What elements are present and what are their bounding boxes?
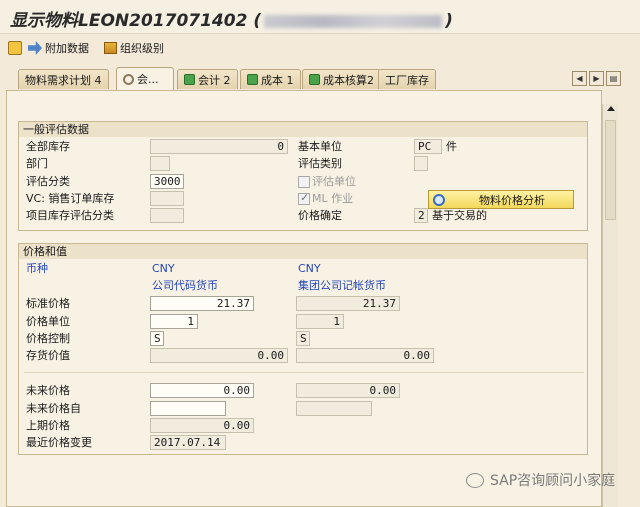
check-icon — [247, 74, 258, 85]
group-currency-name: 集团公司记帐货币 — [298, 279, 386, 292]
price-unit-label: 价格单位 — [26, 315, 70, 328]
title-bar: 显示物料LEON2017071402 () — [0, 0, 640, 34]
currency-label: 币种 — [26, 262, 48, 275]
price-control-label: 价格控制 — [26, 332, 70, 345]
total-stock-label: 全部库存 — [26, 140, 70, 153]
price-unit-field-company[interactable]: 1 — [150, 314, 198, 329]
company-code-currency-name: 公司代码货币 — [152, 279, 218, 292]
future-price-from-label: 未来价格自 — [26, 402, 81, 415]
division-field — [150, 156, 170, 171]
org-levels-button[interactable]: 组织级别 — [104, 39, 164, 57]
tab-scroll-left-button[interactable]: ◀ — [572, 71, 587, 86]
project-stock-valuation-label: 项目库存评估分类 — [26, 209, 114, 222]
tab-list-button[interactable]: ▤ — [606, 71, 621, 86]
document-icon — [8, 41, 22, 55]
tab-plant-stock[interactable]: 工厂库存 — [378, 69, 436, 89]
base-unit-field: PC — [414, 139, 442, 154]
group-currency: CNY — [298, 262, 321, 275]
company-code-currency: CNY — [152, 262, 175, 275]
valuation-unit-label: 评估单位 — [312, 175, 356, 188]
base-unit-text: 件 — [446, 140, 457, 153]
valuation-class-field[interactable]: 3000 — [150, 174, 184, 189]
division-label: 部门 — [26, 157, 48, 170]
price-determination-label: 价格确定 — [298, 209, 342, 222]
tab-accounting-1[interactable]: 会... — [116, 67, 174, 90]
vc-sales-order-stock-field — [150, 191, 184, 206]
scroll-up-icon[interactable] — [607, 106, 615, 111]
watermark: SAP咨询顾问小家庭 — [466, 470, 615, 490]
gear-icon — [123, 73, 134, 85]
valuation-unit-checkbox — [298, 176, 310, 188]
stock-value-label: 存货价值 — [26, 349, 70, 362]
valuation-class-label: 评估分类 — [26, 175, 70, 188]
future-price-field-company[interactable]: 0.00 — [150, 383, 254, 398]
price-unit-field-group: 1 — [296, 314, 344, 329]
tab-scroll-right-button[interactable]: ▶ — [589, 71, 604, 86]
valuation-category-label: 评估类别 — [298, 157, 342, 170]
arrow-right-icon — [28, 41, 42, 55]
price-control-field-company[interactable]: S — [150, 331, 164, 346]
future-price-from-field-company[interactable] — [150, 401, 226, 416]
magnifier-icon — [433, 193, 445, 206]
check-icon — [184, 74, 195, 85]
stock-value-field-company: 0.00 — [150, 348, 288, 363]
ml-activity-label: ML 作业 — [312, 192, 354, 205]
price-determination-text: 基于交易的 — [432, 209, 487, 222]
wechat-icon — [466, 472, 484, 488]
price-determination-field: 2 — [414, 208, 428, 223]
total-stock-field: 0 — [150, 139, 288, 154]
tab-costing-1[interactable]: 成本 1 — [240, 69, 301, 89]
ml-activity-checkbox — [298, 191, 310, 205]
base-unit-label: 基本单位 — [298, 140, 342, 153]
standard-price-label: 标准价格 — [26, 297, 70, 310]
stock-value-field-group: 0.00 — [296, 348, 434, 363]
tab-accounting-2[interactable]: 会计 2 — [177, 69, 238, 89]
other-material-button[interactable] — [8, 39, 22, 57]
divider — [24, 372, 584, 373]
blurred-description — [264, 14, 443, 28]
project-stock-valuation-field — [150, 208, 184, 223]
application-toolbar: 附加数据 组织级别 — [0, 35, 640, 61]
last-price-change-label: 最近价格变更 — [26, 436, 92, 449]
future-price-label: 未来价格 — [26, 384, 70, 397]
future-price-from-field-group — [296, 401, 372, 416]
standard-price-field-company[interactable]: 21.37 — [150, 296, 254, 311]
tab-strip: 物料需求计划 4 会... 会计 2 成本 1 成本核算2 工厂库存 ◀ ▶ ▤ — [0, 66, 640, 90]
vertical-scrollbar[interactable] — [602, 104, 618, 507]
previous-price-field: 0.00 — [150, 418, 254, 433]
window-title: 显示物料LEON2017071402 () — [10, 11, 453, 31]
future-price-field-group: 0.00 — [296, 383, 400, 398]
group-title: 一般评估数据 — [19, 122, 587, 137]
org-structure-icon — [104, 42, 117, 54]
group-title: 价格和值 — [19, 244, 587, 259]
scroll-thumb[interactable] — [605, 120, 616, 220]
vc-sales-order-stock-label: VC: 销售订单库存 — [26, 192, 115, 205]
check-icon — [309, 74, 320, 85]
standard-price-field-group: 21.37 — [296, 296, 400, 311]
material-number: LEON2017071402 — [78, 11, 248, 31]
material-price-analysis-button[interactable]: 物料价格分析 — [428, 190, 574, 209]
previous-price-label: 上期价格 — [26, 419, 70, 432]
tab-costing-2[interactable]: 成本核算2 — [302, 69, 381, 89]
valuation-category-field — [414, 156, 428, 171]
tab-mrp4[interactable]: 物料需求计划 4 — [18, 69, 109, 89]
last-price-change-field: 2017.07.14 — [150, 435, 226, 450]
additional-data-button[interactable]: 附加数据 — [28, 39, 89, 57]
price-control-field-group: S — [296, 331, 310, 346]
